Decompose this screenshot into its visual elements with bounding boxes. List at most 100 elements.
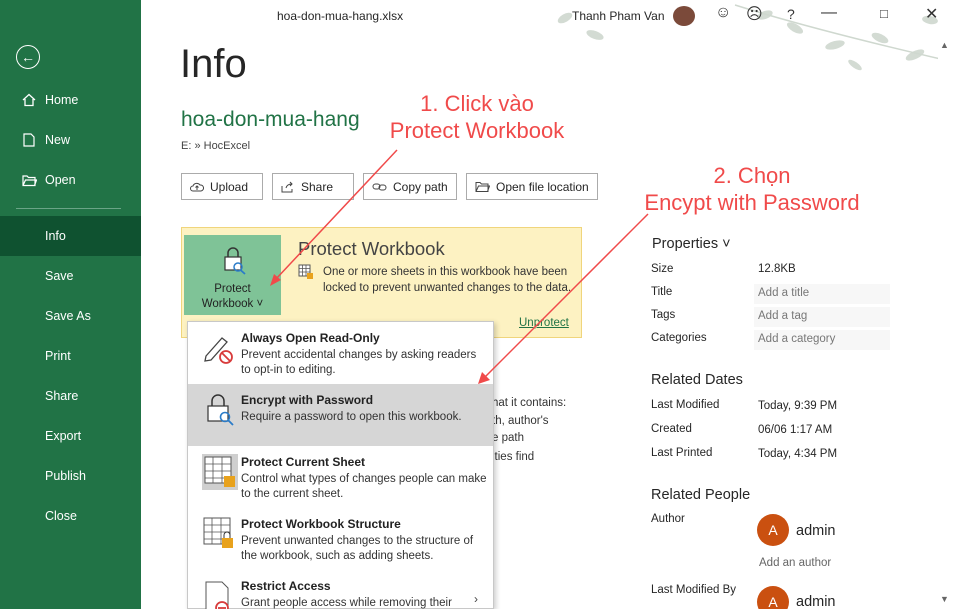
window-title: hoa-don-mua-hang.xlsx: [277, 9, 404, 23]
protect-workbook-button[interactable]: Protect Workbook ˅: [184, 235, 281, 315]
lock-key-icon: [202, 392, 238, 428]
help-icon[interactable]: ?: [787, 6, 795, 22]
sidebar-item-close[interactable]: Close: [0, 496, 141, 536]
last-printed-label: Last Printed: [651, 447, 713, 459]
size-value: 12.8KB: [758, 263, 796, 275]
menu-item-title: Restrict Access: [241, 579, 331, 593]
menu-item-restrict-access[interactable]: Restrict Access Grant people access whil…: [188, 570, 493, 609]
document-name: hoa-don-mua-hang: [181, 108, 360, 131]
modifier-name[interactable]: admin: [796, 594, 836, 609]
sheet-lock-icon: [298, 264, 314, 283]
new-document-icon: [20, 133, 38, 147]
sidebar-item-label: Share: [45, 389, 79, 403]
sidebar-divider: [16, 208, 121, 209]
created-label: Created: [651, 423, 692, 435]
menu-item-title: Always Open Read-Only: [241, 331, 380, 345]
title-field[interactable]: Add a title: [754, 284, 890, 304]
avatar[interactable]: A: [757, 514, 789, 546]
sidebar-item-home[interactable]: Home: [0, 80, 141, 120]
size-label: Size: [651, 263, 674, 275]
protect-button-label-2: Workbook ˅: [201, 298, 264, 310]
chevron-right-icon[interactable]: ›: [474, 592, 478, 606]
tags-field[interactable]: Add a tag: [754, 307, 890, 327]
sidebar-item-label: Export: [45, 429, 82, 443]
sheet-lock-icon: [202, 454, 238, 490]
avatar[interactable]: A: [757, 586, 789, 609]
sidebar-item-new[interactable]: New: [0, 120, 141, 160]
sidebar-item-export[interactable]: Export: [0, 416, 141, 456]
protect-button-label: Protect: [214, 283, 251, 295]
created-value: 06/06 1:17 AM: [758, 424, 833, 436]
related-dates-header: Related Dates: [651, 372, 743, 388]
last-modified-label: Last Modified: [651, 399, 720, 411]
folder-icon: [475, 181, 490, 193]
scrollbar[interactable]: [938, 52, 950, 590]
maximize-icon[interactable]: □: [880, 6, 888, 21]
sidebar-item-info[interactable]: Info: [0, 216, 141, 256]
breadcrumb: E: » HocExcel: [181, 140, 251, 152]
categories-field[interactable]: Add a category: [754, 330, 890, 350]
backstage-sidebar: ← Home New Open Info Save Save As Print …: [0, 0, 141, 609]
properties-header[interactable]: Properties ˅: [652, 236, 731, 252]
upload-icon: [190, 181, 204, 193]
annotation-text: 1. Click vào: [420, 91, 534, 116]
author-name[interactable]: admin: [796, 523, 836, 539]
share-icon: [281, 181, 295, 193]
annotation-text: 2. Chọn: [713, 163, 791, 188]
share-label: Share: [301, 179, 334, 194]
sidebar-item-label: New: [45, 133, 71, 147]
protect-workbook-title: Protect Workbook: [298, 238, 445, 259]
menu-item-protect-workbook-structure[interactable]: Protect Workbook Structure Prevent unwan…: [188, 508, 493, 570]
menu-item-desc: Control what types of changes people can…: [241, 473, 487, 500]
scroll-down-icon[interactable]: ▼: [940, 594, 949, 604]
sidebar-item-share[interactable]: Share: [0, 376, 141, 416]
annotation-step-2: 2. Chọn Encypt with Password: [622, 162, 882, 216]
close-icon[interactable]: ✕: [925, 4, 938, 24]
sidebar-item-print[interactable]: Print: [0, 336, 141, 376]
menu-item-always-open-read-only[interactable]: Always Open Read-Only Prevent accidental…: [188, 322, 493, 384]
workbook-lock-icon: [202, 516, 238, 552]
menu-item-protect-current-sheet[interactable]: Protect Current Sheet Control what types…: [188, 446, 493, 508]
protect-description: One or more sheets in this workbook have…: [323, 266, 572, 294]
inspect-text-fragment: e path: [492, 432, 524, 444]
unprotect-link[interactable]: Unprotect: [519, 317, 569, 329]
upload-button[interactable]: Upload: [181, 173, 263, 200]
annotation-text: Protect Workbook: [389, 118, 565, 143]
inspect-text-fragment: hat it contains:: [492, 397, 567, 409]
avatar[interactable]: [673, 6, 695, 26]
last-modified-by-label: Last Modified By: [651, 584, 737, 596]
menu-item-encrypt-with-password[interactable]: Encrypt with Password Require a password…: [188, 384, 493, 446]
open-file-location-button[interactable]: Open file location: [466, 173, 598, 200]
sidebar-item-open[interactable]: Open: [0, 160, 141, 200]
user-name[interactable]: Thanh Pham Van: [572, 9, 665, 23]
sidebar-item-label: Save: [45, 269, 74, 283]
minimize-icon[interactable]: —: [821, 4, 837, 22]
pencil-no-icon: [202, 330, 238, 366]
sidebar-item-label: Info: [45, 229, 66, 243]
link-icon: [372, 182, 387, 192]
sidebar-item-label: Home: [45, 93, 79, 107]
menu-item-desc: Require a password to open this workbook…: [241, 411, 462, 423]
annotation-step-1: 1. Click vào Protect Workbook: [372, 90, 582, 144]
sidebar-item-save[interactable]: Save: [0, 256, 141, 296]
add-author-link[interactable]: Add an author: [759, 557, 831, 569]
menu-item-desc: Prevent unwanted changes to the structur…: [241, 535, 474, 562]
smile-feedback-icon[interactable]: ☺: [715, 4, 731, 22]
sidebar-item-publish[interactable]: Publish: [0, 456, 141, 496]
categories-label: Categories: [651, 332, 707, 344]
sidebar-item-label: Close: [45, 509, 77, 523]
frown-feedback-icon[interactable]: ☹: [746, 4, 763, 24]
sidebar-item-save-as[interactable]: Save As: [0, 296, 141, 336]
restrict-access-icon: [202, 578, 238, 609]
home-icon: [20, 93, 38, 107]
back-arrow-icon[interactable]: ←: [16, 45, 40, 69]
title-bar: hoa-don-mua-hang.xlsx Thanh Pham Van ☺ ☹…: [141, 0, 957, 71]
copy-path-button[interactable]: Copy path: [363, 173, 457, 200]
related-people-header: Related People: [651, 487, 751, 503]
scroll-up-icon[interactable]: ▲: [940, 40, 949, 50]
sidebar-item-label: Open: [45, 173, 76, 187]
last-printed-value: Today, 4:34 PM: [758, 448, 838, 460]
share-button[interactable]: Share: [272, 173, 354, 200]
menu-item-title: Protect Workbook Structure: [241, 517, 401, 531]
menu-item-desc: Grant people access while removing their: [241, 597, 452, 609]
